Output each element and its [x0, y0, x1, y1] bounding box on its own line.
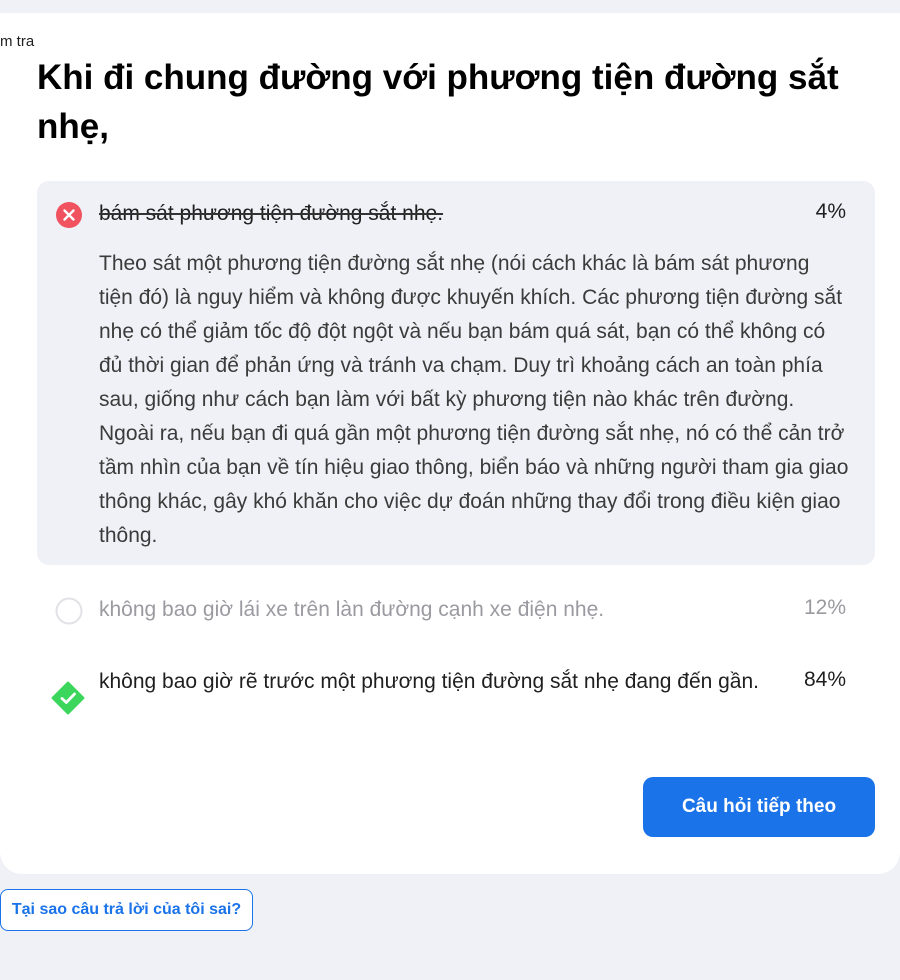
- why-wrong-button[interactable]: Tại sao câu trả lời của tôi sai?: [0, 889, 253, 931]
- answer-option-2[interactable]: không bao giờ lái xe trên làn đường cạnh…: [37, 585, 875, 637]
- answer-1-label: bám sát phương tiện đường sắt nhẹ.: [99, 202, 444, 225]
- answer-option-3[interactable]: không bao giờ rẽ trước một phương tiện đ…: [37, 659, 875, 739]
- question-card: m tra Khi đi chung đường với phương tiện…: [0, 13, 900, 874]
- answer-1-explanation: Theo sát một phương tiện đường sắt nhẹ (…: [99, 252, 849, 547]
- breadcrumb-label: m tra: [0, 33, 35, 50]
- answer-1-percent: 4%: [815, 200, 846, 223]
- answer-2-label: không bao giờ lái xe trên làn đường cạnh…: [99, 598, 605, 621]
- answer-3-percent: 84%: [803, 668, 846, 691]
- breadcrumb: m tra: [0, 33, 34, 50]
- check-diamond-icon: [51, 681, 85, 715]
- next-question-button[interactable]: Câu hỏi tiếp theo: [643, 777, 875, 837]
- question-title: Khi đi chung đường với phương tiện đường…: [37, 58, 839, 146]
- answer-2-percent: 12%: [803, 596, 846, 619]
- x-circle-icon: [56, 202, 82, 228]
- answer-option-1[interactable]: bám sát phương tiện đường sắt nhẹ. 4% Th…: [37, 181, 875, 565]
- empty-circle-icon: [55, 597, 83, 625]
- answer-3-label: không bao giờ rẽ trước một phương tiện đ…: [99, 670, 760, 693]
